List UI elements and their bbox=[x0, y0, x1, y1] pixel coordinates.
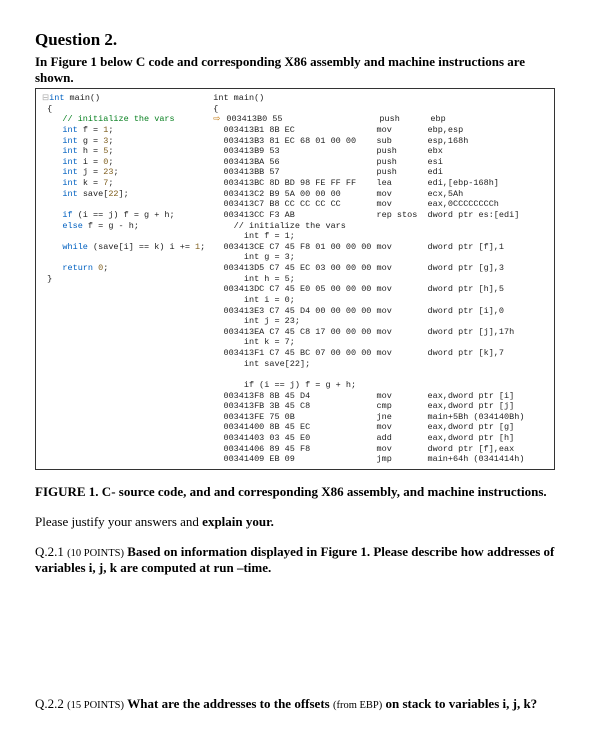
q22-text: What are the addresses to the offsets bbox=[127, 696, 333, 711]
q21-label: Q.2.1 (10 POINTS) bbox=[35, 544, 124, 559]
asm-listing: int main() { ⇨ 003413B0 55 push ebp 0034… bbox=[213, 93, 548, 465]
q-2-2: Q.2.2 (15 POINTS) What are the addresses… bbox=[35, 696, 555, 712]
q-2-1: Q.2.1 (10 POINTS) Based on information d… bbox=[35, 544, 555, 576]
question-intro: In Figure 1 below C code and correspondi… bbox=[35, 54, 555, 86]
figure-caption: FIGURE 1. C- source code, and and corres… bbox=[35, 484, 555, 500]
figure-1: ⊟int main() { // initialize the vars int… bbox=[35, 88, 555, 470]
c-source: ⊟int main() { // initialize the vars int… bbox=[42, 93, 205, 465]
intro-text: In Figure 1 below C code and correspondi… bbox=[35, 54, 525, 85]
justify-text: Please justify your answers and explain … bbox=[35, 514, 555, 530]
question-title: Question 2. bbox=[35, 30, 555, 50]
q22-label: Q.2.2 (15 POINTS) bbox=[35, 696, 124, 711]
